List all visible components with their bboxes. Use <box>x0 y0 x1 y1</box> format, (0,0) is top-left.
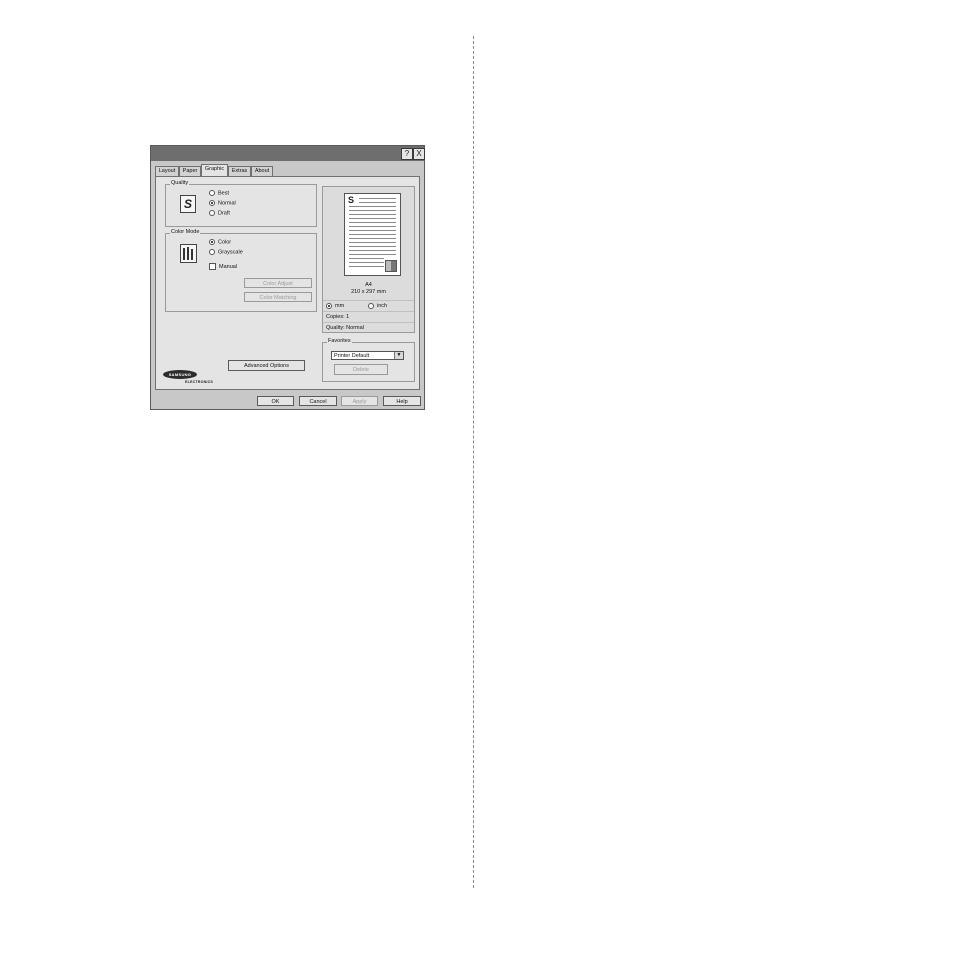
close-icon[interactable]: X <box>413 148 425 160</box>
tab-graphic[interactable]: Graphic <box>201 164 228 176</box>
paper-name: A4 <box>365 282 372 288</box>
tab-extras[interactable]: Extras <box>228 166 251 176</box>
color-mode-group-label: Color Mode <box>170 229 201 235</box>
tab-about[interactable]: About <box>251 166 273 176</box>
printing-preferences-dialog: ? X Layout Paper Graphic Extras About Qu… <box>150 145 425 410</box>
unit-mm-radio[interactable]: mm <box>326 302 344 309</box>
quality-s-icon: S <box>180 195 196 213</box>
help-button[interactable]: Help <box>383 396 421 406</box>
copies-info: Copies: 1 <box>323 311 414 322</box>
samsung-logo: SAMSUNG ELECTRONICS <box>163 370 219 386</box>
page-divider <box>473 36 474 888</box>
quality-normal-radio[interactable]: Normal <box>209 200 236 206</box>
title-bar: ? X <box>151 146 425 161</box>
favorites-delete-button[interactable]: Delete <box>334 364 388 375</box>
color-adjust-button[interactable]: Color Adjust <box>244 278 312 288</box>
advanced-options-button[interactable]: Advanced Options <box>228 360 305 371</box>
quality-best-radio[interactable]: Best <box>209 190 229 196</box>
chevron-down-icon[interactable]: ▼ <box>394 352 403 359</box>
unit-row: mm inch <box>323 300 414 311</box>
apply-button[interactable]: Apply <box>341 396 378 406</box>
cancel-button[interactable]: Cancel <box>299 396 337 406</box>
color-radio[interactable]: Color <box>209 239 231 245</box>
favorites-group: Favorites Printer Default ▼ Delete <box>322 338 415 382</box>
quality-info: Quality: Normal <box>323 322 414 333</box>
favorites-group-label: Favorites <box>327 338 352 344</box>
paper-preview-sheet: S <box>344 193 401 276</box>
ok-button[interactable]: OK <box>257 396 294 406</box>
sheet-s-mark: S <box>348 195 355 205</box>
image-block <box>385 260 397 272</box>
tab-paper[interactable]: Paper <box>179 166 201 176</box>
color-mode-icon <box>180 244 197 263</box>
samsung-logo-mark: SAMSUNG <box>163 370 197 379</box>
tab-layout[interactable]: Layout <box>155 166 179 176</box>
grayscale-radio[interactable]: Grayscale <box>209 249 243 255</box>
help-icon[interactable]: ? <box>401 148 413 160</box>
paper-size: 210 x 297 mm <box>351 289 386 295</box>
color-mode-group: Color Mode Color Grayscale Manual Color … <box>165 229 317 312</box>
quality-group-label: Quality <box>170 180 190 186</box>
favorites-select[interactable]: Printer Default ▼ <box>331 351 404 360</box>
quality-draft-radio[interactable]: Draft <box>209 210 230 216</box>
samsung-logo-sub: ELECTRONICS <box>185 380 213 384</box>
quality-group: Quality S Best Normal Draft <box>165 180 317 227</box>
paper-preview-panel: S A4 210 x 297 mm mm inch Copies: 1 Qual… <box>322 186 415 333</box>
manual-checkbox[interactable]: Manual <box>209 263 237 270</box>
color-matching-button[interactable]: Color Matching <box>244 292 312 302</box>
graphic-tab-page: Quality S Best Normal Draft Color Mode C… <box>155 176 420 390</box>
